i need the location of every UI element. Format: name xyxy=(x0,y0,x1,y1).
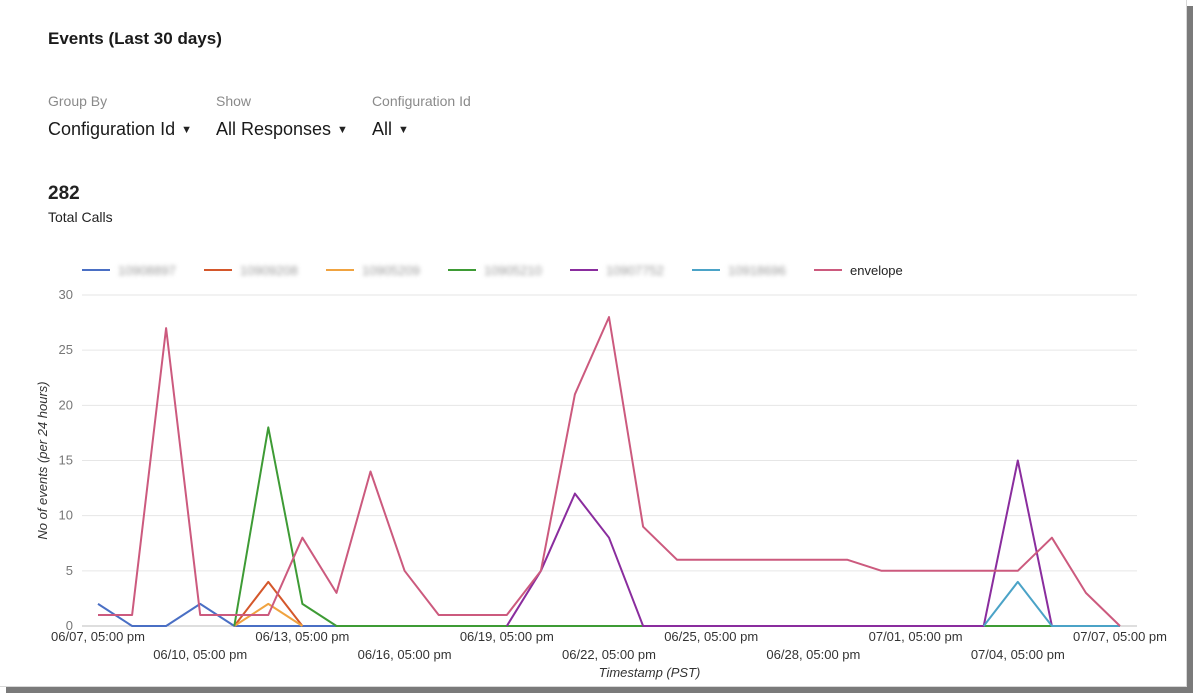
group-by-value: Configuration Id xyxy=(48,119,175,140)
total-calls-label: Total Calls xyxy=(48,209,113,225)
y-tick-label: 20 xyxy=(59,397,73,412)
y-gridlines: 0 5 10 15 20 25 30 xyxy=(59,287,1137,633)
total-calls: 282 Total Calls xyxy=(48,183,113,225)
x-tick-label: 06/25, 05:00 pm xyxy=(664,629,758,644)
y-tick-label: 30 xyxy=(59,287,73,302)
show-filter: Show All Responses ▼ xyxy=(216,93,348,140)
show-dropdown[interactable]: All Responses ▼ xyxy=(216,119,348,140)
x-tick-label: 07/07, 05:00 pm xyxy=(1073,629,1167,644)
y-axis-label: No of events (per 24 hours) xyxy=(35,381,50,539)
configuration-id-value: All xyxy=(372,119,392,140)
x-tick-label: 07/01, 05:00 pm xyxy=(869,629,963,644)
series-line-10905210 xyxy=(234,427,1120,626)
panel-title: Events (Last 30 days) xyxy=(48,29,222,49)
configuration-id-dropdown[interactable]: All ▼ xyxy=(372,119,471,140)
x-tick-labels: 06/07, 05:00 pm 06/10, 05:00 pm 06/13, 05:… xyxy=(51,629,1167,662)
series-line-10918696 xyxy=(984,582,1120,626)
series-line-10905209 xyxy=(234,604,302,626)
legend-label: 10909208 xyxy=(240,263,298,278)
caret-down-icon: ▼ xyxy=(181,124,192,136)
x-tick-label: 06/16, 05:00 pm xyxy=(358,647,452,662)
x-tick-label: 06/13, 05:00 pm xyxy=(255,629,349,644)
configuration-id-label: Configuration Id xyxy=(372,93,471,109)
group-by-label: Group By xyxy=(48,93,192,109)
y-tick-label: 5 xyxy=(66,563,73,578)
x-axis-label: Timestamp (PST) xyxy=(599,665,701,680)
total-calls-value: 282 xyxy=(48,183,113,205)
events-panel: Events (Last 30 days) Group By Configura… xyxy=(0,0,1187,687)
caret-down-icon: ▼ xyxy=(337,124,348,136)
y-tick-label: 0 xyxy=(66,618,73,633)
series-line-envelope xyxy=(98,317,1120,626)
x-tick-label: 06/07, 05:00 pm xyxy=(51,629,145,644)
series-line-10909208 xyxy=(234,582,302,626)
group-by-dropdown[interactable]: Configuration Id ▼ xyxy=(48,119,192,140)
x-tick-label: 06/28, 05:00 pm xyxy=(766,647,860,662)
caret-down-icon: ▼ xyxy=(398,124,409,136)
x-tick-label: 07/04, 05:00 pm xyxy=(971,647,1065,662)
y-tick-label: 15 xyxy=(59,453,73,468)
y-tick-label: 25 xyxy=(59,342,73,357)
legend-label: 10905209 xyxy=(362,263,420,278)
legend-label: 10905210 xyxy=(484,263,542,278)
show-label: Show xyxy=(216,93,348,109)
legend-label: 10908897 xyxy=(118,263,176,278)
group-by-filter: Group By Configuration Id ▼ xyxy=(48,93,192,140)
legend: 10908897 10909208 10905209 10905210 10907752… xyxy=(82,263,903,278)
configuration-id-filter: Configuration Id All ▼ xyxy=(372,93,471,140)
series-line-10907752 xyxy=(507,461,1120,627)
x-tick-label: 06/22, 05:00 pm xyxy=(562,647,656,662)
filter-bar: Group By Configuration Id ▼ Show All Res… xyxy=(48,93,495,140)
show-value: All Responses xyxy=(216,119,331,140)
legend-label: 10918696 xyxy=(728,263,786,278)
x-tick-label: 06/19, 05:00 pm xyxy=(460,629,554,644)
series-lines xyxy=(98,317,1120,626)
series-line-10908897 xyxy=(98,604,1120,626)
legend-label: envelope xyxy=(850,263,903,278)
y-tick-label: 10 xyxy=(59,508,73,523)
x-tick-label: 06/10, 05:00 pm xyxy=(153,647,247,662)
legend-label: 10907752 xyxy=(606,263,664,278)
